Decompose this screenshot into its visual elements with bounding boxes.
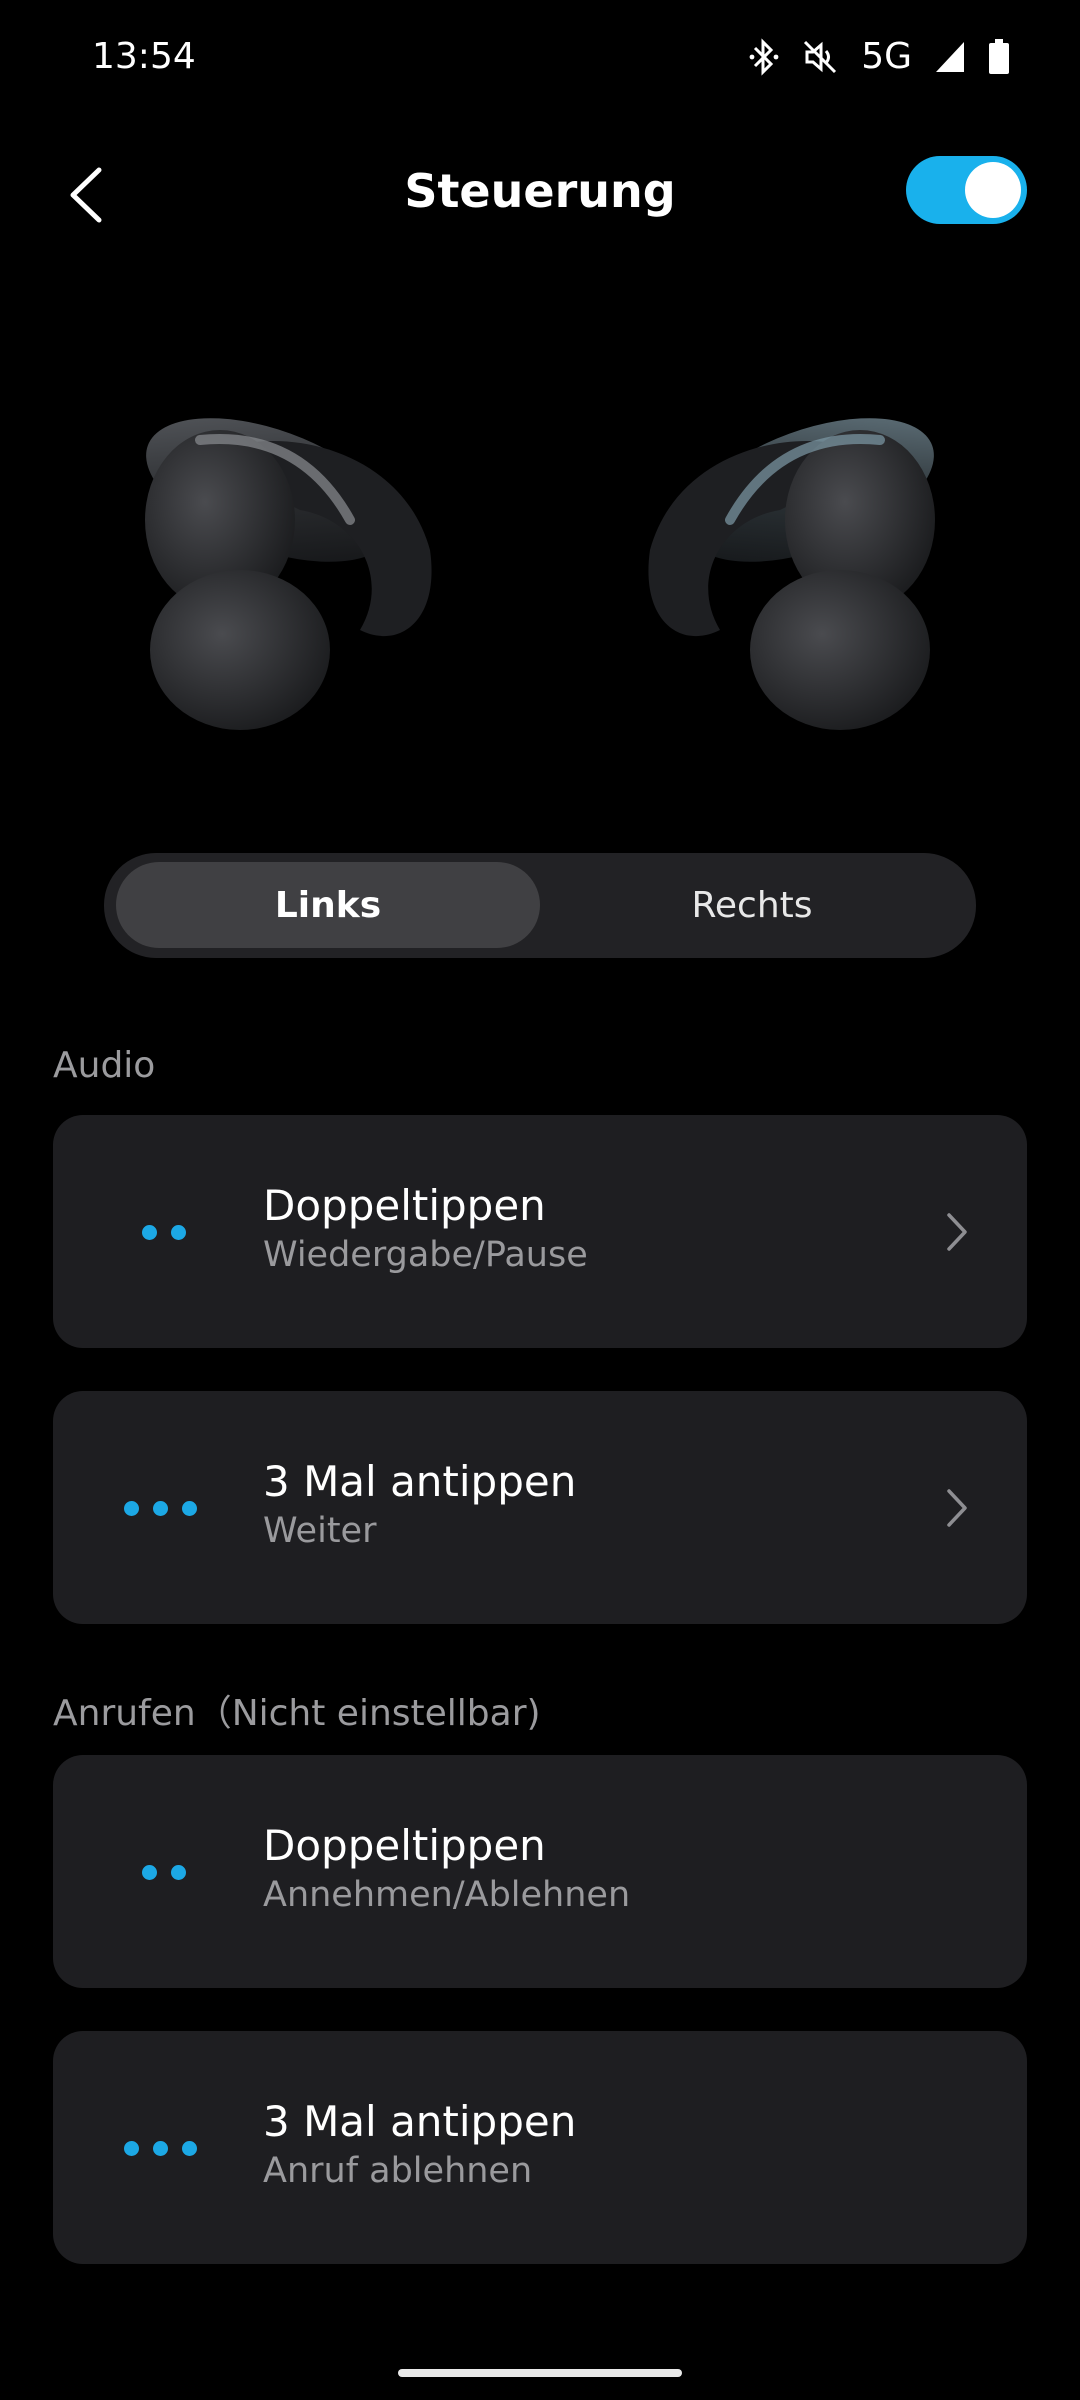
- signal-icon: [934, 40, 966, 74]
- gesture-action: Anruf ablehnen: [263, 2151, 533, 2191]
- double-tap-icon: [142, 1225, 186, 1240]
- left-earbud: [145, 418, 432, 730]
- status-time: 13:54: [92, 36, 196, 77]
- tab-left-earbud[interactable]: Links: [116, 862, 540, 948]
- header: Steuerung: [0, 140, 1080, 250]
- toggle-knob: [965, 162, 1021, 218]
- audio-double-tap-row[interactable]: Doppeltippen Wiedergabe/Pause: [53, 1115, 1027, 1348]
- right-earbud: [648, 418, 935, 730]
- gesture-title: Doppeltippen: [263, 1181, 546, 1230]
- gesture-title: Doppeltippen: [263, 1821, 546, 1870]
- network-type: 5G: [861, 36, 912, 77]
- controls-toggle[interactable]: [906, 156, 1027, 224]
- gesture-action: Annehmen/Ablehnen: [263, 1875, 631, 1915]
- status-icons: 5G: [749, 36, 1010, 77]
- calls-double-tap-row: Doppeltippen Annehmen/Ablehnen: [53, 1755, 1027, 1988]
- triple-tap-icon: [124, 1501, 197, 1516]
- triple-tap-icon: [124, 2141, 197, 2156]
- ear-side-selector: Links Rechts: [104, 853, 976, 958]
- gesture-title: 3 Mal antippen: [263, 2097, 577, 2146]
- gesture-action: Wiedergabe/Pause: [263, 1235, 588, 1275]
- gesture-action: Weiter: [263, 1511, 377, 1551]
- chevron-right-icon: [947, 1489, 967, 1527]
- audio-triple-tap-row[interactable]: 3 Mal antippen Weiter: [53, 1391, 1027, 1624]
- double-tap-icon: [142, 1865, 186, 1880]
- status-bar: 13:54 5G: [0, 0, 1080, 120]
- gesture-title: 3 Mal antippen: [263, 1457, 577, 1506]
- bluetooth-icon: [749, 37, 779, 76]
- audio-section-label: Audio: [53, 1045, 156, 1086]
- home-indicator[interactable]: [398, 2369, 682, 2377]
- calls-triple-tap-row: 3 Mal antippen Anruf ablehnen: [53, 2031, 1027, 2264]
- mute-icon: [801, 38, 839, 76]
- earbuds-image: [0, 400, 1080, 760]
- chevron-right-icon: [947, 1213, 967, 1251]
- calls-section-label: Anrufen（Nicht einstellbar): [53, 1693, 541, 1734]
- tab-right-earbud[interactable]: Rechts: [540, 862, 964, 948]
- battery-icon: [988, 38, 1010, 75]
